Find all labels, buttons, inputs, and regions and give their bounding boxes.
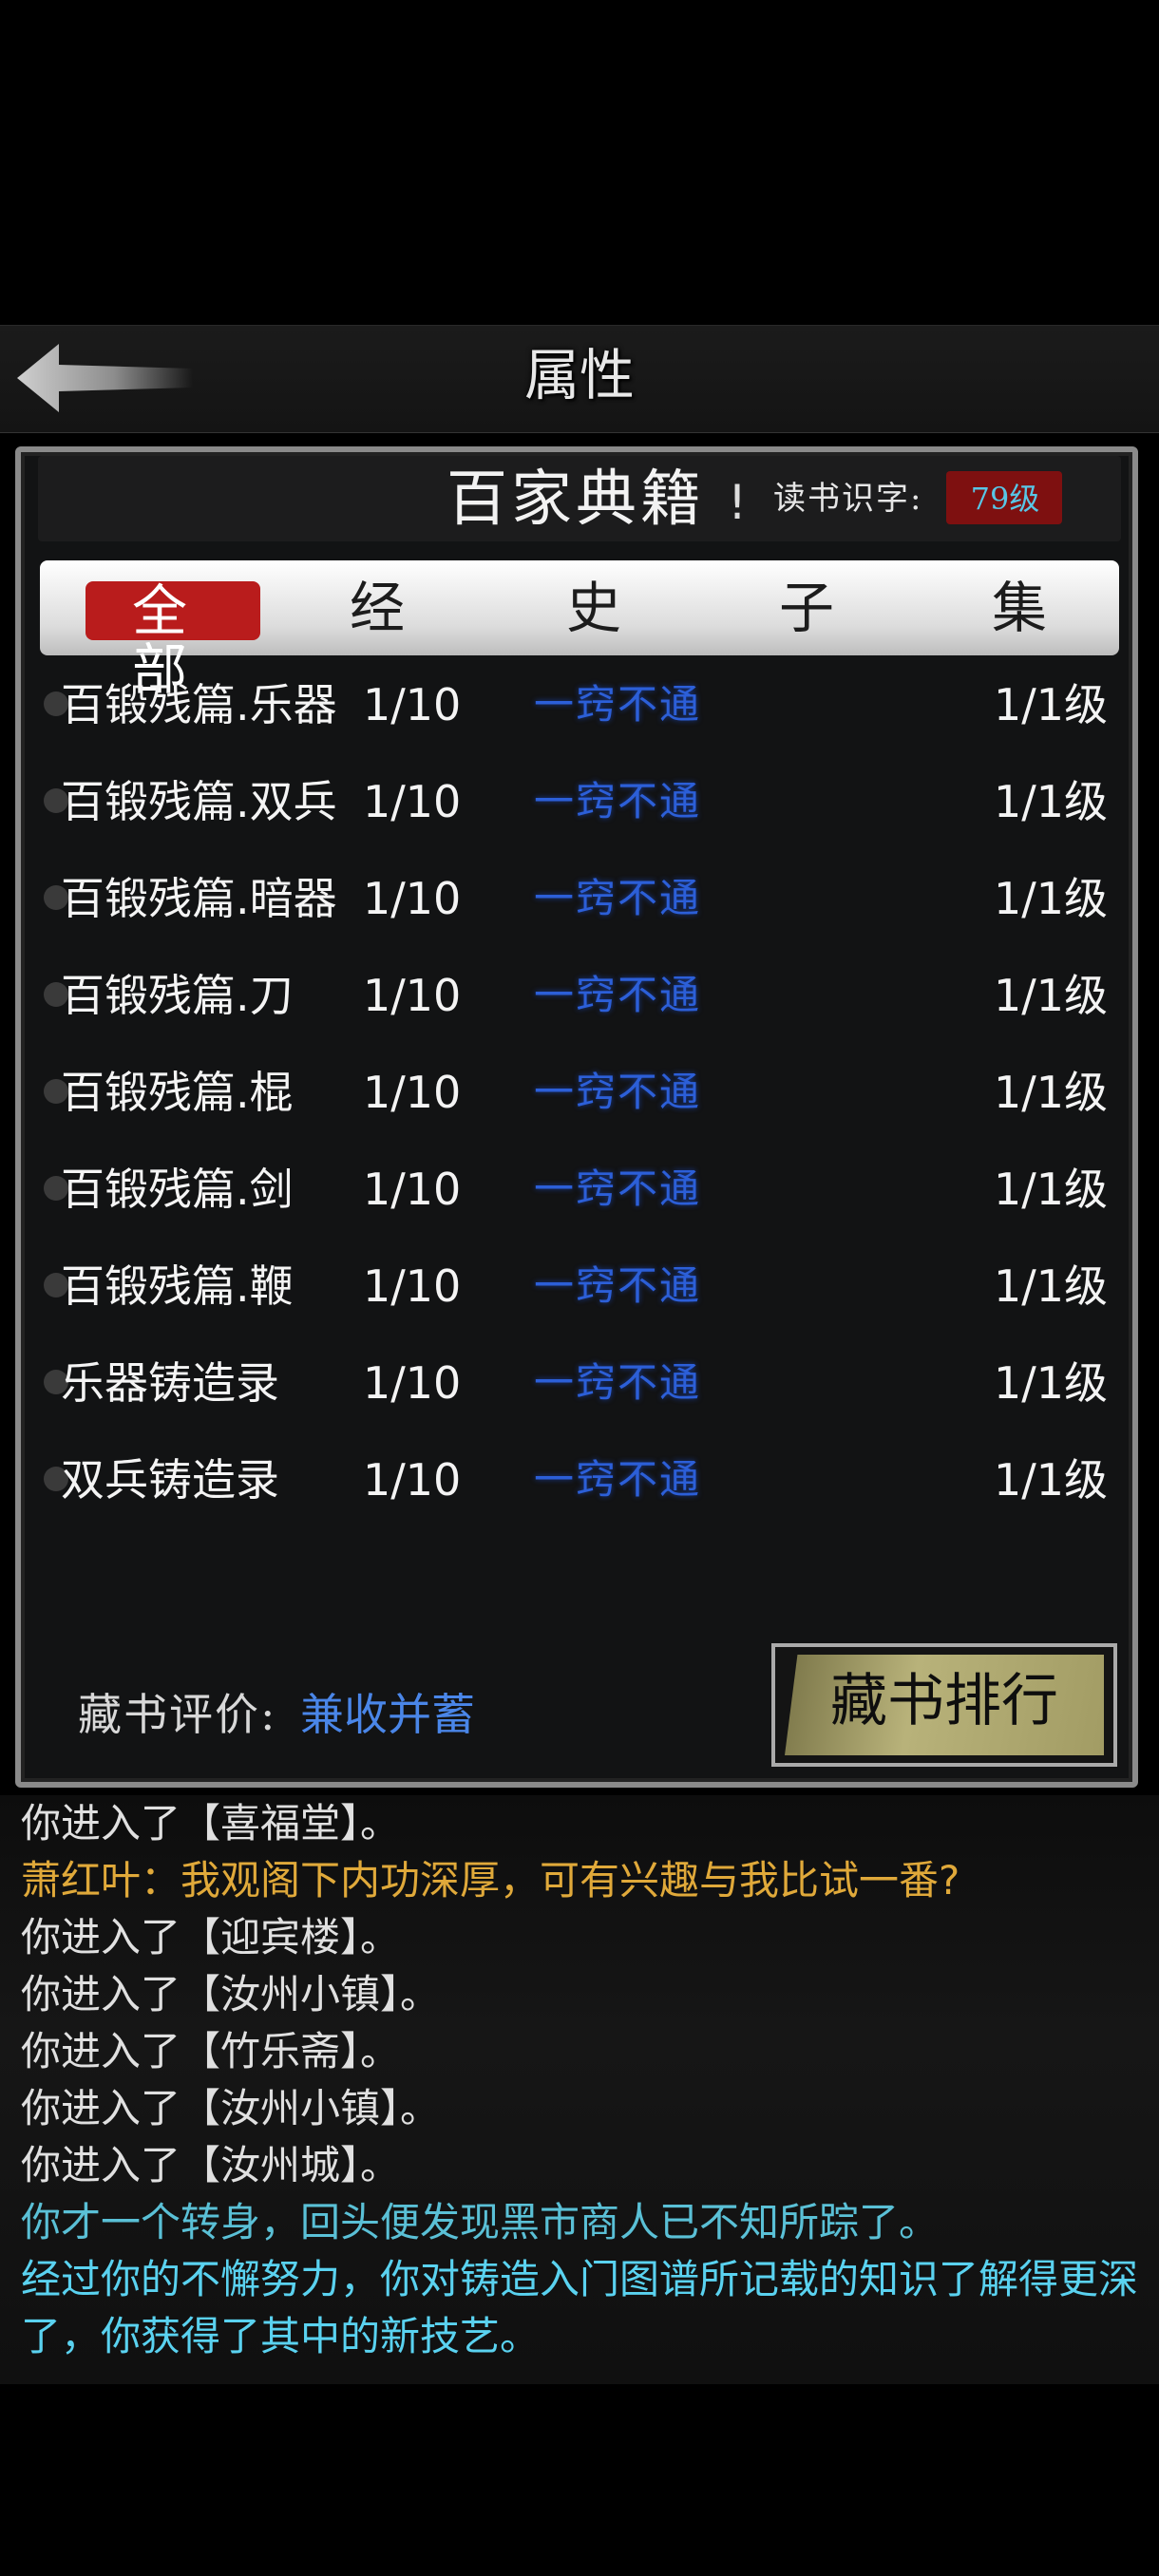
book-name: 百锻残篇.刀 <box>61 970 294 1021</box>
book-level: 1/1级 <box>993 1357 1108 1409</box>
book-level: 1/1级 <box>993 873 1108 924</box>
log-line: 你进入了【汝州小镇】。 <box>21 1971 441 2017</box>
book-level: 1/1级 <box>993 1260 1108 1312</box>
book-proficiency: 一窍不通 <box>534 1069 702 1115</box>
book-row[interactable]: 百锻残篇.鞭 1/10 一窍不通 1/1级 <box>40 1248 1119 1324</box>
book-name: 百锻残篇.棍 <box>61 1067 294 1118</box>
book-name: 百锻残篇.乐器 <box>61 679 337 730</box>
book-row[interactable]: 百锻残篇.棍 1/10 一窍不通 1/1级 <box>40 1054 1119 1130</box>
collection-ranking-button[interactable]: 藏书排行 <box>771 1643 1117 1767</box>
panel-title: 百家典籍 <box>446 464 705 535</box>
tab-shi[interactable]: 史 <box>542 566 646 650</box>
log-line: 你进入了【喜福堂】。 <box>21 1800 401 1847</box>
book-progress: 1/10 <box>363 1260 462 1312</box>
log-line: 你进入了【迎宾楼】。 <box>21 1914 401 1960</box>
book-row[interactable]: 百锻残篇.乐器 1/10 一窍不通 1/1级 <box>40 667 1119 743</box>
collection-ranking-label: 藏书排行 <box>830 1668 1058 1734</box>
book-row[interactable]: 百锻残篇.剑 1/10 一窍不通 1/1级 <box>40 1151 1119 1227</box>
message-log[interactable]: 你进入了【喜福堂】。 萧红叶：我观阁下内功深厚，可有兴趣与我比试一番? 你进入了… <box>0 1795 1159 2384</box>
tab-jing[interactable]: 经 <box>325 566 429 650</box>
book-name: 双兵铸造录 <box>61 1454 279 1506</box>
log-line: 你进入了【汝州小镇】。 <box>21 2085 441 2131</box>
collection-rating-value: 兼收并蓄 <box>300 1689 475 1740</box>
log-line: 经过你的不懈努力，你对铸造入门图谱所记载的知识了解得更深了，你获得了其中的新技艺… <box>21 2256 1139 2359</box>
tab-zi[interactable]: 子 <box>754 566 859 650</box>
log-line: 萧红叶：我观阁下内功深厚，可有兴趣与我比试一番? <box>21 1857 960 1904</box>
book-name: 百锻残篇.鞭 <box>61 1260 294 1312</box>
book-name: 百锻残篇.剑 <box>61 1164 294 1215</box>
book-proficiency: 一窍不通 <box>534 1165 702 1212</box>
book-row[interactable]: 百锻残篇.暗器 1/10 一窍不通 1/1级 <box>40 861 1119 937</box>
book-progress: 1/10 <box>363 873 462 924</box>
collection-rating-label: 藏书评价: <box>78 1689 277 1740</box>
book-level: 1/1级 <box>993 679 1108 730</box>
book-progress: 1/10 <box>363 1357 462 1409</box>
log-line: 你才一个转身，回头便发现黑市商人已不知所踪了。 <box>21 2199 940 2245</box>
reading-skill-label: 读书识字: <box>773 480 923 518</box>
book-progress: 1/10 <box>363 679 462 730</box>
tab-ji[interactable]: 集 <box>967 566 1072 650</box>
book-level: 1/1级 <box>993 1067 1108 1118</box>
book-progress: 1/10 <box>363 776 462 827</box>
log-line: 你进入了【汝州城】。 <box>21 2142 401 2188</box>
book-proficiency: 一窍不通 <box>534 1359 702 1406</box>
help-mark[interactable]: ! <box>728 469 747 536</box>
book-proficiency: 一窍不通 <box>534 875 702 921</box>
book-proficiency: 一窍不通 <box>534 972 702 1018</box>
book-row[interactable]: 乐器铸造录 1/10 一窍不通 1/1级 <box>40 1345 1119 1421</box>
book-progress: 1/10 <box>363 1067 462 1118</box>
book-progress: 1/10 <box>363 1164 462 1215</box>
book-level: 1/1级 <box>993 1454 1108 1506</box>
book-level: 1/1级 <box>993 970 1108 1021</box>
book-name: 百锻残篇.暗器 <box>61 873 337 924</box>
page-title: 属性 <box>523 343 635 407</box>
book-name: 百锻残篇.双兵 <box>61 776 337 827</box>
log-line: 你进入了【竹乐斋】。 <box>21 2028 401 2074</box>
book-proficiency: 一窍不通 <box>534 1262 702 1309</box>
book-proficiency: 一窍不通 <box>534 1456 702 1503</box>
reading-level-value: 79级 <box>970 481 1040 517</box>
book-level: 1/1级 <box>993 776 1108 827</box>
book-level: 1/1级 <box>993 1164 1108 1215</box>
book-name: 乐器铸造录 <box>61 1357 279 1409</box>
book-row[interactable]: 双兵铸造录 1/10 一窍不通 1/1级 <box>40 1442 1119 1518</box>
book-row[interactable]: 百锻残篇.双兵 1/10 一窍不通 1/1级 <box>40 764 1119 840</box>
category-tabs: 全部 经 史 子 集 <box>40 560 1119 699</box>
tab-all[interactable]: 全部 <box>86 581 260 699</box>
book-progress: 1/10 <box>363 970 462 1021</box>
book-proficiency: 一窍不通 <box>534 681 702 728</box>
book-proficiency: 一窍不通 <box>534 778 702 824</box>
book-row[interactable]: 百锻残篇.刀 1/10 一窍不通 1/1级 <box>40 957 1119 1033</box>
book-progress: 1/10 <box>363 1454 462 1506</box>
